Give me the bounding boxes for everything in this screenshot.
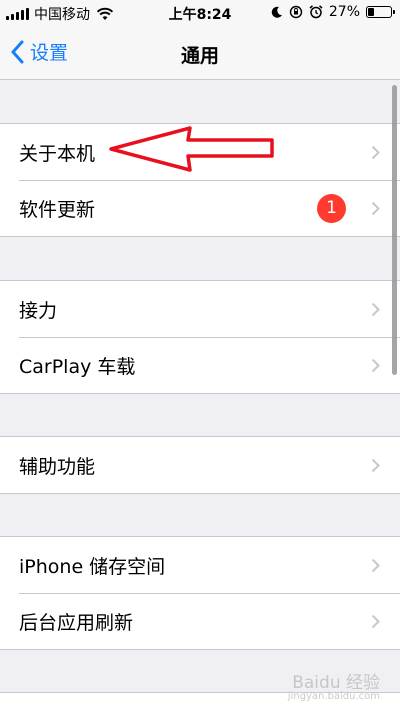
list-item-accessibility[interactable]: 辅助功能 xyxy=(0,437,400,493)
list-item-iphone-storage[interactable]: iPhone 储存空间 xyxy=(0,537,400,593)
orientation-lock-icon xyxy=(289,5,303,19)
list-item-carplay[interactable]: CarPlay 车载 xyxy=(0,337,400,393)
list-item-label: 辅助功能 xyxy=(19,455,96,478)
status-bar: 中国移动 上午8:24 27% xyxy=(0,0,400,28)
list-item-label: 软件更新 xyxy=(19,198,96,221)
alarm-icon xyxy=(309,5,323,19)
chevron-right-icon xyxy=(371,145,380,160)
list-item-label: 后台应用刷新 xyxy=(19,611,134,634)
chevron-right-icon xyxy=(371,201,380,216)
scroll-indicator[interactable] xyxy=(392,85,397,375)
watermark: Baidu 经验 jingyan.baidu.com xyxy=(288,668,380,702)
watermark-logo-text: Baidu 经验 xyxy=(292,673,380,693)
moon-icon xyxy=(271,6,282,18)
chevron-right-icon xyxy=(371,358,380,373)
list-item-label: 接力 xyxy=(19,299,58,322)
watermark-url: jingyan.baidu.com xyxy=(287,691,380,702)
annotation-arrow-icon xyxy=(109,126,274,172)
battery-percent: 27% xyxy=(328,4,360,20)
nav-bar: 设置 通用 xyxy=(0,28,400,80)
list-item-label: 关于本机 xyxy=(19,142,96,165)
chevron-right-icon xyxy=(371,458,380,473)
battery-icon xyxy=(366,6,395,18)
settings-group-continuity: 接力 CarPlay 车载 xyxy=(0,280,400,394)
chevron-right-icon xyxy=(371,302,380,317)
chevron-right-icon xyxy=(371,558,380,573)
settings-group-accessibility: 辅助功能 xyxy=(0,436,400,494)
page-title: 通用 xyxy=(180,45,219,67)
list-item-label: iPhone 储存空间 xyxy=(19,555,166,578)
chevron-right-icon xyxy=(371,614,380,629)
list-item-background-refresh[interactable]: 后台应用刷新 xyxy=(0,593,400,649)
list-item-label: CarPlay 车载 xyxy=(19,355,136,378)
settings-group-storage: iPhone 储存空间 后台应用刷新 xyxy=(0,536,400,650)
update-badge: 1 xyxy=(317,194,346,223)
list-item-handoff[interactable]: 接力 xyxy=(0,281,400,337)
list-item-software-update[interactable]: 软件更新 1 xyxy=(0,180,400,236)
